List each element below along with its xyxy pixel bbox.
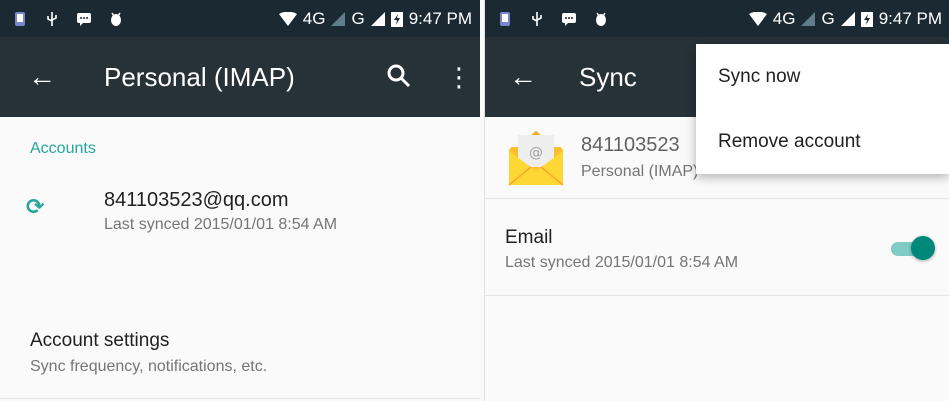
android-debug-icon	[111, 12, 121, 26]
page-title: Personal (IMAP)	[104, 62, 295, 92]
network-g-label: G	[821, 8, 835, 28]
divider	[485, 295, 949, 296]
divider	[485, 198, 949, 199]
email-sync-last-synced: Last synced 2015/01/01 8:54 AM	[505, 254, 739, 271]
svg-text:@: @	[529, 145, 543, 161]
menu-item-sync-now[interactable]: Sync now	[696, 44, 949, 109]
more-options-icon[interactable]: ⋮	[446, 60, 472, 94]
search-icon[interactable]	[386, 63, 412, 89]
menu-item-remove-account[interactable]: Remove account	[696, 109, 949, 174]
usb-icon	[532, 11, 542, 26]
network-4g-label: 4G	[302, 8, 326, 28]
accounts-section-header: Accounts	[30, 140, 96, 157]
battery-charging-icon	[390, 11, 403, 27]
email-sync-title: Email	[505, 227, 553, 248]
divider	[0, 398, 480, 399]
status-bar: 4G G 9:47 PM	[0, 0, 480, 37]
email-sync-row[interactable]: Email Last synced 2015/01/01 8:54 AM	[485, 200, 949, 296]
account-settings-subtitle: Sync frequency, notifications, etc.	[30, 358, 268, 375]
signal-icon	[370, 11, 385, 26]
usb-icon	[47, 11, 57, 26]
android-debug-icon	[596, 12, 606, 26]
overflow-menu: Sync now Remove account	[696, 44, 949, 174]
account-email: 841103523@qq.com	[104, 189, 289, 211]
app-bar: ← Personal (IMAP) ⋮	[0, 37, 480, 117]
wifi-icon	[278, 11, 297, 26]
clock: 9:47 PM	[878, 8, 942, 28]
phone-notification-icon	[15, 11, 25, 26]
account-settings-title: Account settings	[30, 330, 170, 351]
account-type: Personal (IMAP)	[581, 163, 699, 180]
email-envelope-icon: @	[508, 131, 564, 186]
toggle-thumb	[911, 236, 935, 260]
page-title: Sync	[579, 62, 637, 92]
wifi-icon	[748, 11, 767, 26]
clock: 9:47 PM	[408, 8, 472, 28]
account-row[interactable]: ⟳ 841103523@qq.com Last synced 2015/01/0…	[0, 170, 480, 250]
network-4g-label: 4G	[772, 8, 796, 28]
signal-weak-icon	[801, 11, 816, 26]
message-icon	[562, 12, 576, 26]
back-arrow-icon[interactable]: ←	[28, 60, 56, 94]
message-icon	[77, 12, 91, 26]
account-last-synced: Last synced 2015/01/01 8:54 AM	[104, 216, 338, 233]
email-sync-toggle[interactable]	[887, 236, 935, 260]
account-email: 841103523	[581, 134, 680, 156]
network-g-label: G	[351, 8, 365, 28]
signal-weak-icon	[331, 11, 346, 26]
left-screen: 4G G 9:47 PM ← Personal (IMAP) ⋮ Account…	[0, 0, 480, 401]
signal-icon	[840, 11, 855, 26]
phone-notification-icon	[500, 11, 510, 26]
battery-charging-icon	[860, 11, 873, 27]
status-bar: 4G G 9:47 PM	[485, 0, 949, 37]
sync-icon: ⟳	[26, 194, 45, 219]
back-arrow-icon[interactable]: ←	[509, 60, 537, 94]
